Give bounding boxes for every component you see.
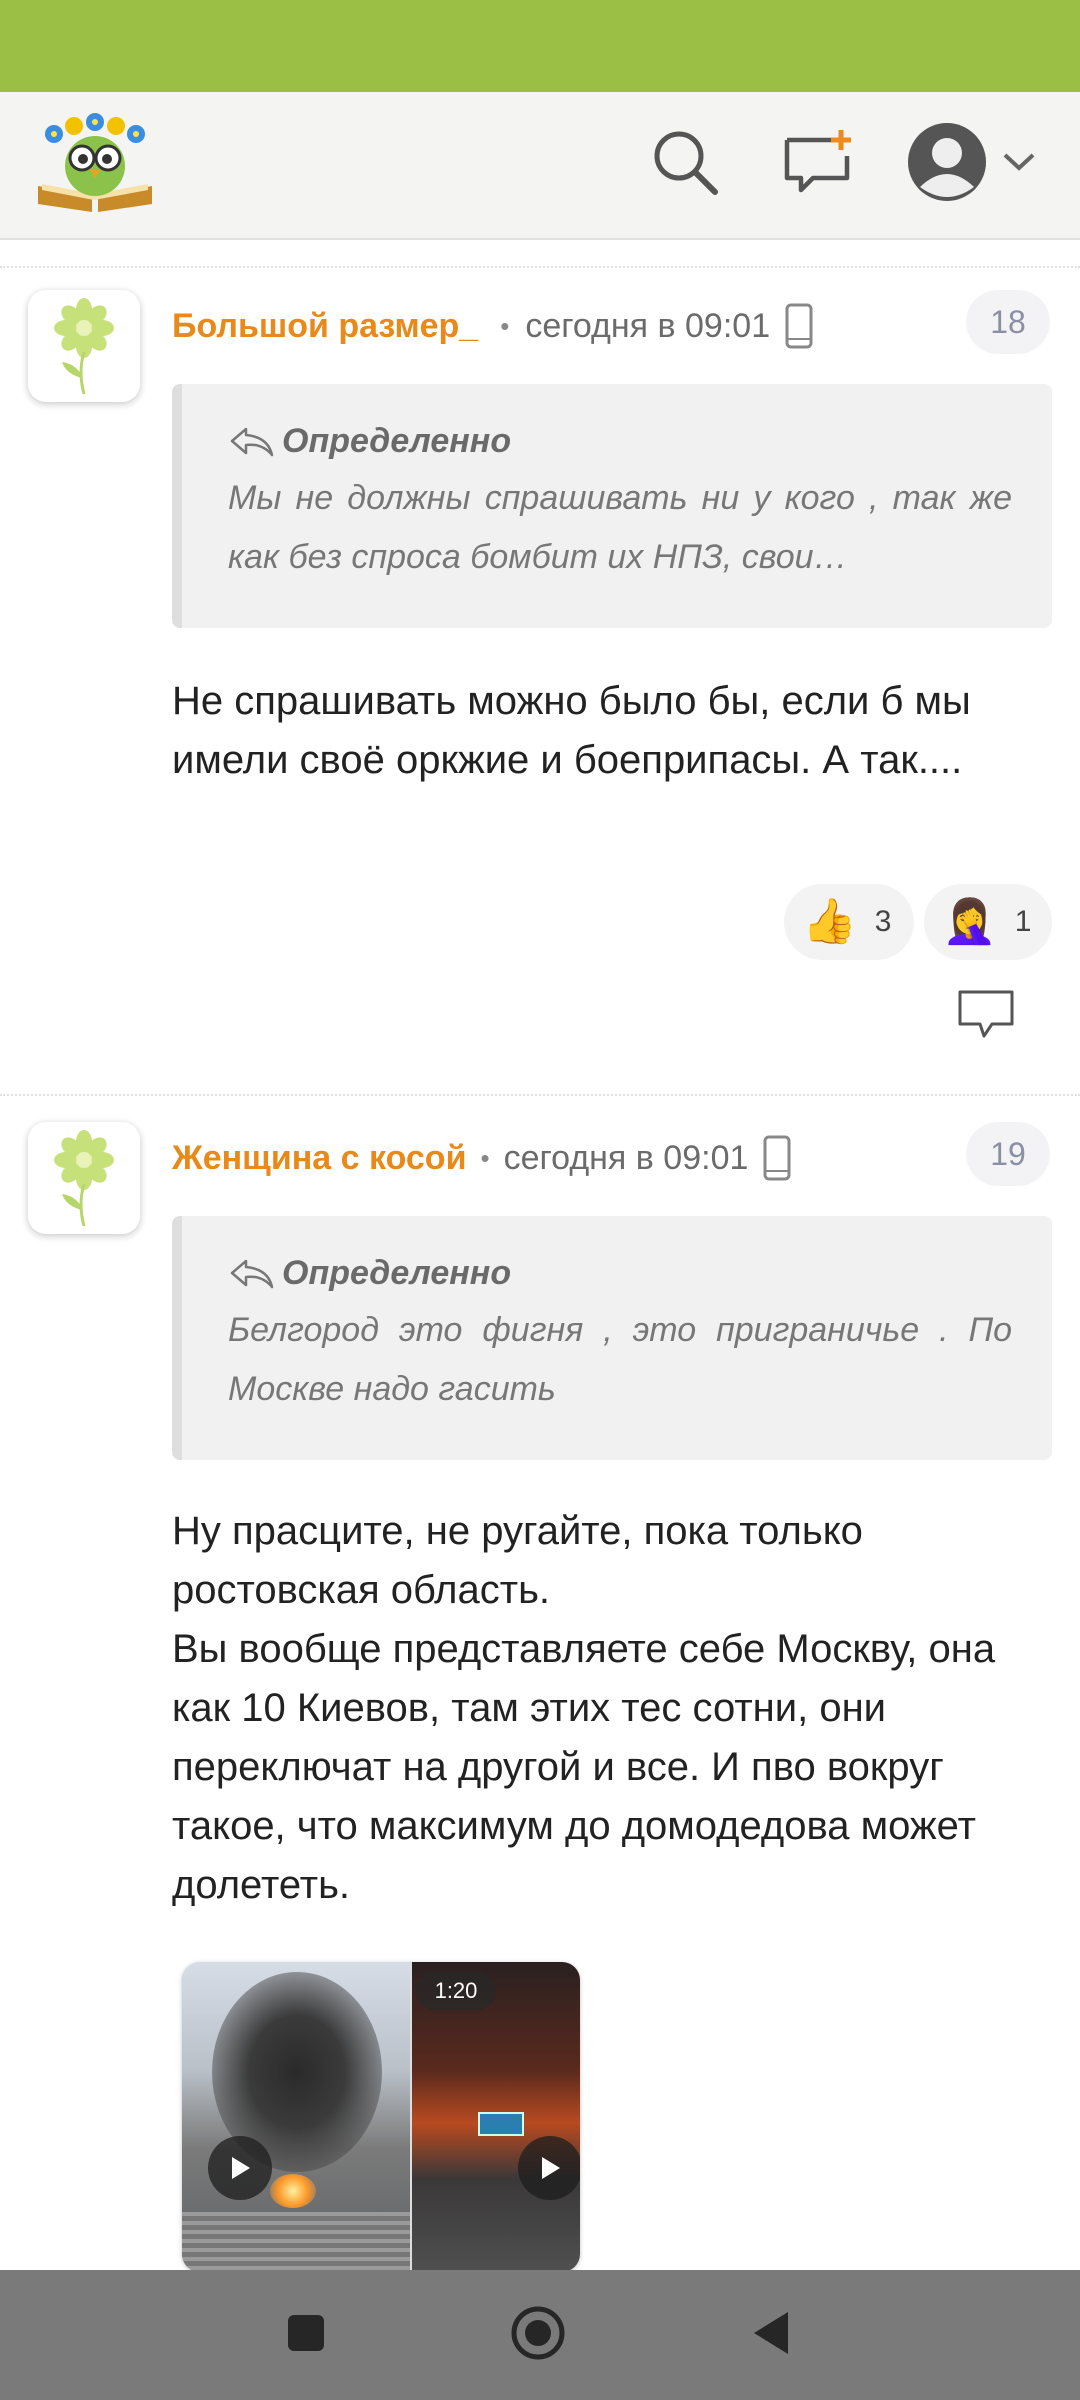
reaction-count: 3 [874, 905, 892, 938]
comment-meta: Большой размер_ • сегодня в 09:01 [172, 296, 814, 356]
play-icon[interactable] [208, 2136, 272, 2200]
reaction-facepalm[interactable]: 🤦‍♀️ 1 [924, 884, 1052, 960]
app-header [0, 92, 1080, 240]
comment-number[interactable]: 18 [966, 290, 1050, 354]
search-icon [649, 126, 721, 203]
comment-text: Не спрашивать можно было бы, если б мы и… [172, 679, 971, 782]
thumbs-up-icon: 👍 [802, 897, 857, 946]
quote-header: Определенно [228, 422, 1012, 461]
comment-text: Ну прасците, не ругайте, пока только рос… [172, 1502, 1052, 1915]
comment-paragraph: Ну прасците, не ругайте, пока только рос… [172, 1509, 863, 1612]
author-name[interactable]: Женщина с косой [172, 1139, 466, 1178]
timestamp: сегодня в 09:01 [525, 306, 771, 345]
comment-meta: Женщина с косой • сегодня в 09:01 [172, 1128, 792, 1188]
play-icon[interactable] [518, 2136, 580, 2200]
reaction-thumbs-up[interactable]: 👍 3 [784, 884, 914, 960]
speech-bubble-icon [958, 990, 1014, 1038]
divider [0, 266, 1080, 268]
mobile-phone-icon [784, 303, 814, 349]
timestamp: сегодня в 09:01 [503, 1138, 749, 1177]
comment-number[interactable]: 19 [966, 1122, 1050, 1186]
facepalm-icon: 🤦‍♀️ [942, 897, 997, 946]
video-duration: 1:20 [416, 1972, 496, 2010]
triangle-back-icon [752, 2310, 792, 2361]
reply-button[interactable] [956, 988, 1016, 1047]
video-frame-left [182, 1962, 410, 2272]
quote-text: Мы не должны спрашивать ни у кого , так … [228, 479, 1012, 576]
search-button[interactable] [640, 120, 730, 208]
home-button[interactable] [478, 2270, 598, 2400]
avatar[interactable] [28, 290, 140, 402]
author-name[interactable]: Большой размер_ [172, 307, 478, 346]
chevron-down-icon [1002, 152, 1036, 177]
recents-button[interactable] [246, 2270, 366, 2400]
comment-paragraph: Вы вообще представляете себе Москву, она… [172, 1627, 996, 1907]
back-button[interactable] [712, 2270, 832, 2400]
quote-text: Белгород это фигня , это приграничье . П… [228, 1311, 1012, 1408]
mobile-phone-icon [762, 1135, 792, 1181]
quote-author: Определенно [282, 422, 512, 460]
reaction-count: 1 [1014, 905, 1032, 938]
profile-menu-button[interactable] [896, 120, 1046, 208]
user-avatar-icon [906, 121, 988, 208]
new-message-icon [781, 126, 853, 203]
separator-dot: • [480, 1142, 490, 1173]
divider [0, 1094, 1080, 1096]
circle-home-icon [509, 2304, 567, 2367]
new-message-button[interactable] [772, 120, 862, 208]
quote-block[interactable]: Определенно Мы не должны спрашивать ни у… [172, 384, 1052, 628]
flower-icon [54, 298, 114, 395]
owl-book-logo[interactable] [32, 108, 158, 218]
separator-dot: • [500, 310, 510, 341]
reply-arrow-icon [230, 427, 274, 456]
video-thumbnail[interactable]: 1:20 [182, 1962, 580, 2272]
quote-header: Определенно [228, 1254, 1012, 1293]
avatar[interactable] [28, 1122, 140, 1234]
reply-arrow-icon [230, 1259, 274, 1288]
quote-block[interactable]: Определенно Белгород это фигня , это при… [172, 1216, 1052, 1460]
status-bar [0, 0, 1080, 92]
quote-author: Определенно [282, 1254, 512, 1292]
system-navigation-bar [0, 2270, 1080, 2400]
square-icon [286, 2313, 326, 2358]
flower-icon [54, 1130, 114, 1227]
